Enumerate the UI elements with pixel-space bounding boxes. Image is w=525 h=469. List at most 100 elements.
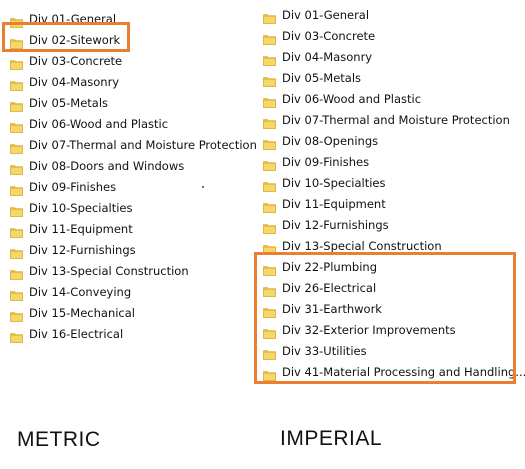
imperial-folder-label: Div 10-Specialties (282, 175, 386, 190)
imperial-folder-item[interactable]: Div 11-Equipment (253, 193, 525, 214)
metric-folder-label: Div 10-Specialties (29, 200, 133, 215)
folder-icon (10, 76, 23, 91)
folder-icon (10, 13, 23, 28)
folder-icon (263, 93, 276, 108)
metric-folder-item[interactable]: Div 07-Thermal and Moisture Protection (0, 134, 257, 155)
metric-folder-label: Div 04-Masonry (29, 74, 120, 89)
folder-icon (10, 181, 23, 196)
folder-icon (10, 328, 23, 343)
imperial-folder-item[interactable]: Div 22-Plumbing (253, 256, 525, 277)
metric-folder-label: Div 14-Conveying (29, 284, 132, 299)
folder-icon (263, 219, 276, 234)
folder-icon (263, 177, 276, 192)
metric-folder-label: Div 05-Metals (29, 95, 109, 110)
folder-icon (263, 345, 276, 360)
imperial-folder-label: Div 07-Thermal and Moisture Protection (282, 112, 510, 127)
imperial-folder-label: Div 26-Electrical (282, 280, 377, 295)
imperial-folder-label: Div 01-General (282, 7, 370, 22)
metric-folder-item[interactable]: Div 10-Specialties (0, 197, 257, 218)
imperial-folder-item[interactable]: Div 03-Concrete (253, 25, 525, 46)
imperial-folder-item[interactable]: Div 07-Thermal and Moisture Protection (253, 109, 525, 130)
imperial-folder-label: Div 05-Metals (282, 70, 362, 85)
folder-icon (263, 72, 276, 87)
metric-folder-item[interactable]: Div 09-Finishes (0, 176, 257, 197)
stray-dot (202, 186, 204, 188)
metric-folder-label: Div 06-Wood and Plastic (29, 116, 169, 131)
imperial-folder-item[interactable]: Div 32-Exterior Improvements (253, 319, 525, 340)
folder-icon (10, 244, 23, 259)
metric-folder-item[interactable]: Div 12-Furnishings (0, 239, 257, 260)
folder-icon (10, 55, 23, 70)
metric-folder-item[interactable]: Div 06-Wood and Plastic (0, 113, 257, 134)
imperial-folder-label: Div 06-Wood and Plastic (282, 91, 422, 106)
imperial-folder-item[interactable]: Div 31-Earthwork (253, 298, 525, 319)
imperial-folder-item[interactable]: Div 04-Masonry (253, 46, 525, 67)
folder-icon (10, 34, 23, 49)
folder-icon (263, 51, 276, 66)
folder-icon (263, 156, 276, 171)
folder-icon (10, 97, 23, 112)
metric-folder-item[interactable]: Div 14-Conveying (0, 281, 257, 302)
imperial-folder-item[interactable]: Div 12-Furnishings (253, 214, 525, 235)
imperial-folder-item[interactable]: Div 05-Metals (253, 67, 525, 88)
imperial-folder-item[interactable]: Div 41-Material Processing and Handling.… (253, 361, 525, 382)
folder-icon (10, 223, 23, 238)
imperial-folder-item[interactable]: Div 01-General (253, 4, 525, 25)
imperial-caption: IMPERIAL (280, 427, 383, 450)
metric-folder-item[interactable]: Div 13-Special Construction (0, 260, 257, 281)
metric-folder-item[interactable]: Div 02-Sitework (0, 29, 257, 50)
folder-icon (10, 286, 23, 301)
folder-icon (10, 202, 23, 217)
imperial-folder-label: Div 12-Furnishings (282, 217, 389, 232)
imperial-folder-label: Div 32-Exterior Improvements (282, 322, 456, 337)
imperial-folder-label: Div 33-Utilities (282, 343, 367, 358)
imperial-folder-label: Div 22-Plumbing (282, 259, 377, 274)
metric-folder-item[interactable]: Div 16-Electrical (0, 323, 257, 344)
folder-icon (10, 160, 23, 175)
folder-icon (263, 261, 276, 276)
folder-icon (263, 324, 276, 339)
folder-icon (263, 30, 276, 45)
imperial-folder-label: Div 04-Masonry (282, 49, 373, 64)
imperial-folder-label: Div 03-Concrete (282, 28, 376, 43)
metric-folder-label: Div 03-Concrete (29, 53, 123, 68)
folder-icon (263, 303, 276, 318)
metric-folder-label: Div 09-Finishes (29, 179, 117, 194)
folder-icon (263, 9, 276, 24)
metric-folder-item[interactable]: Div 01-General (0, 8, 257, 29)
metric-folder-item[interactable]: Div 15-Mechanical (0, 302, 257, 323)
metric-folder-label: Div 01-General (29, 11, 117, 26)
metric-folder-item[interactable]: Div 11-Equipment (0, 218, 257, 239)
imperial-folder-list: Div 01-General Div 03-Concrete Div 04-Maso… (253, 4, 525, 382)
imperial-folder-item[interactable]: Div 13-Special Construction (253, 235, 525, 256)
imperial-folder-label: Div 09-Finishes (282, 154, 370, 169)
imperial-folder-label: Div 41-Material Processing and Handling.… (282, 364, 525, 379)
metric-folder-label: Div 07-Thermal and Moisture Protection (29, 137, 257, 152)
folder-icon (263, 240, 276, 255)
metric-folder-label: Div 08-Doors and Windows (29, 158, 185, 173)
metric-folder-item[interactable]: Div 03-Concrete (0, 50, 257, 71)
imperial-folder-item[interactable]: Div 26-Electrical (253, 277, 525, 298)
folder-icon (263, 114, 276, 129)
metric-folder-label: Div 11-Equipment (29, 221, 133, 236)
imperial-folder-label: Div 31-Earthwork (282, 301, 382, 316)
imperial-folder-item[interactable]: Div 08-Openings (253, 130, 525, 151)
imperial-folder-item[interactable]: Div 33-Utilities (253, 340, 525, 361)
metric-folder-item[interactable]: Div 05-Metals (0, 92, 257, 113)
folder-icon (10, 265, 23, 280)
imperial-folder-label: Div 08-Openings (282, 133, 379, 148)
metric-folder-label: Div 12-Furnishings (29, 242, 136, 257)
folder-icon (263, 282, 276, 297)
imperial-folder-item[interactable]: Div 09-Finishes (253, 151, 525, 172)
imperial-folder-item[interactable]: Div 10-Specialties (253, 172, 525, 193)
metric-folder-label: Div 02-Sitework (29, 32, 121, 47)
metric-folder-label: Div 15-Mechanical (29, 305, 135, 320)
folder-icon (263, 198, 276, 213)
imperial-folder-label: Div 13-Special Construction (282, 238, 442, 253)
metric-folder-label: Div 16-Electrical (29, 326, 124, 341)
folder-icon (10, 139, 23, 154)
folder-icon (263, 135, 276, 150)
imperial-folder-item[interactable]: Div 06-Wood and Plastic (253, 88, 525, 109)
metric-folder-item[interactable]: Div 08-Doors and Windows (0, 155, 257, 176)
metric-folder-item[interactable]: Div 04-Masonry (0, 71, 257, 92)
